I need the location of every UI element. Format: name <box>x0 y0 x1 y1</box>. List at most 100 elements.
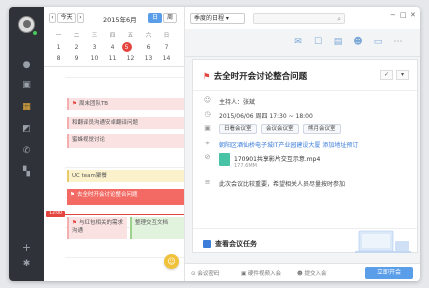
task-icon[interactable]: ◩ <box>21 124 32 135</box>
month-label: 2015年6月 <box>103 16 137 24</box>
event-label: 周末团队TB <box>78 101 109 107</box>
more-icon[interactable]: ⋯ <box>392 37 404 48</box>
phone-icon[interactable]: ✆ <box>21 146 32 157</box>
calendar-event[interactable]: UC team聚餐 <box>67 170 184 182</box>
file-name[interactable]: 170901共享影片交互示意.mp4 <box>234 154 320 163</box>
top-toolbar: 季度的日程 ▾ ⌕ − □ ✕ <box>185 7 420 29</box>
people-icon[interactable]: ☻ <box>352 37 364 48</box>
add-icon[interactable]: + <box>21 242 32 253</box>
add-address-link[interactable]: 添加地址预订 <box>322 142 358 149</box>
meeting-password[interactable]: ⊙ 会议密码 <box>191 269 219 277</box>
password-label: 会议密码 <box>197 271 220 277</box>
room-tag[interactable]: 会议会议室 <box>261 124 299 134</box>
apps-icon[interactable]: ▚ <box>21 167 32 178</box>
divider <box>193 90 417 91</box>
mail-icon[interactable]: ✉ <box>292 37 304 48</box>
contacts-icon[interactable]: ▣ <box>21 80 32 91</box>
bottom-bar: ⊙ 会议密码 ▣ 硬件视频入会 ☻ 提交入会 立即开会 <box>185 263 420 281</box>
share-label: 提交入会 <box>304 271 327 277</box>
online-status-dot <box>33 31 37 35</box>
maximize-icon[interactable]: □ <box>400 11 407 19</box>
date-cell[interactable]: 10 <box>86 55 103 62</box>
close-icon[interactable]: ✕ <box>410 11 416 19</box>
current-time-line <box>65 214 184 215</box>
app-window: ● ▣ ▦ ◩ ✆ ▚ + ✱ ‹ 今天 › 2015年6月 日 周 一 二 三… <box>9 7 420 281</box>
calendar-header: ‹ 今天 › 2015年6月 日 周 <box>44 7 184 29</box>
weekday-label: 四 <box>109 33 116 39</box>
flag-icon: ⚑ <box>70 192 75 198</box>
date-cell[interactable]: 7 <box>158 44 175 51</box>
confirm-button[interactable]: ✓ <box>380 70 393 80</box>
host-text: 主持人：张斌 <box>219 99 256 106</box>
date-cell[interactable]: 14 <box>158 55 175 62</box>
calendar-event[interactable]: ⚑ 与红包相关的需求沟通 <box>67 217 127 239</box>
event-label: 蜜蜂视觉讨论 <box>72 137 106 143</box>
date-cell[interactable]: 1 <box>50 44 67 51</box>
settings-icon[interactable]: ✱ <box>21 259 32 270</box>
chat-fab-icon[interactable]: ☺ <box>164 254 179 269</box>
weekday-label: 日 <box>163 33 170 39</box>
view-select[interactable]: 季度的日程 ▾ <box>190 13 245 24</box>
calendar-icon[interactable]: ▦ <box>21 102 32 113</box>
flag-icon: ⚑ <box>72 101 77 107</box>
minimize-icon[interactable]: − <box>390 11 396 19</box>
document-icon[interactable]: ▤ <box>332 37 344 48</box>
hour-line <box>65 77 184 78</box>
day-timeline: ⚑ 周末团队TB 和翻译员沟通安卓翻译问题 蜜蜂视觉讨论 UC team聚餐 ⚑ 去… <box>44 66 184 281</box>
hour-line <box>65 167 184 168</box>
location-icon: ⌖ <box>205 139 210 147</box>
meeting-detail-card: ⚑ 去全时开会讨论整合问题 ✓ ▾ ☺ 主持人：张斌 ◷ 2015/06/06 周… <box>192 59 418 253</box>
address-link[interactable]: 朝阳区酒仙桥电子城IT产业园建设大厦 <box>219 142 320 149</box>
calendar-event-selected[interactable]: ⚑ 去全时开会讨论整合问题 <box>67 189 184 205</box>
share-join[interactable]: ☻ 提交入会 <box>297 269 327 277</box>
next-month-button[interactable]: › <box>77 13 84 23</box>
date-cell[interactable]: 6 <box>140 44 157 51</box>
address-line: 朝阳区酒仙桥电子城IT产业园建设大厦 添加地址预订 <box>219 140 358 149</box>
date-cell[interactable]: 13 <box>140 55 157 62</box>
more-button[interactable]: ▾ <box>396 70 409 80</box>
calendar-event[interactable]: 蜜蜂视觉讨论 <box>67 134 184 148</box>
calendar-event[interactable]: ⚑ 周末团队TB <box>67 98 184 110</box>
folder-icon[interactable]: ▭ <box>372 37 384 48</box>
date-cell[interactable]: 2 <box>68 44 85 51</box>
hardware-join[interactable]: ▣ 硬件视频入会 <box>241 269 281 277</box>
week-view-button[interactable]: 周 <box>163 13 177 23</box>
day-view-button[interactable]: 日 <box>148 13 162 23</box>
search-input[interactable]: ⌕ <box>253 13 345 24</box>
hardware-join-label: 硬件视频入会 <box>247 271 281 277</box>
calendar-event[interactable]: 整理交互文档 <box>130 217 184 239</box>
view-select-label: 季度的日程 <box>194 15 225 22</box>
room-tag[interactable]: 熊月会议室 <box>303 124 341 134</box>
weekday-label: 三 <box>91 33 98 39</box>
chat-icon[interactable]: ● <box>21 60 32 71</box>
event-label: 整理交互文档 <box>135 220 169 226</box>
date-cell[interactable]: 11 <box>104 55 121 62</box>
file-size: 177.6MM <box>234 163 257 169</box>
weekday-label: 五 <box>127 33 134 39</box>
prev-month-button[interactable]: ‹ <box>49 13 56 23</box>
join-meeting-button[interactable]: 立即开会 <box>365 267 413 279</box>
selected-date-cell[interactable]: 5 <box>118 44 135 51</box>
date-cell[interactable]: 8 <box>50 55 67 62</box>
date-cell[interactable]: 12 <box>122 55 139 62</box>
avatar[interactable] <box>18 16 35 33</box>
weekday-label: 六 <box>145 33 152 39</box>
event-label: 去全时开会讨论整合问题 <box>76 192 138 198</box>
datetime-text: 2015/06/06 周四 17:30 ~ 18:00 <box>219 113 313 120</box>
flag-icon: ⚑ <box>72 220 77 226</box>
today-button[interactable]: 今天 <box>57 13 76 23</box>
flag-icon: ⚑ <box>203 72 211 82</box>
video-file-icon[interactable] <box>219 153 230 166</box>
left-sidebar: ● ▣ ▦ ◩ ✆ ▚ + ✱ <box>9 7 44 281</box>
date-cell[interactable]: 9 <box>68 55 85 62</box>
task-list-icon <box>203 240 211 248</box>
event-label: 和翻译员沟通安卓翻译问题 <box>72 120 139 126</box>
message-icon[interactable]: ☐ <box>312 37 324 48</box>
date-cell[interactable]: 3 <box>86 44 103 51</box>
search-icon: ⌕ <box>337 15 341 23</box>
calendar-event[interactable]: 和翻译员沟通安卓翻译问题 <box>67 117 184 129</box>
view-tasks-link[interactable]: 查看会议任务 <box>215 239 257 249</box>
current-time-label: 13:00 <box>46 211 65 217</box>
room-tag[interactable]: 日看会议室 <box>219 124 257 134</box>
clock-icon: ◷ <box>204 110 211 118</box>
